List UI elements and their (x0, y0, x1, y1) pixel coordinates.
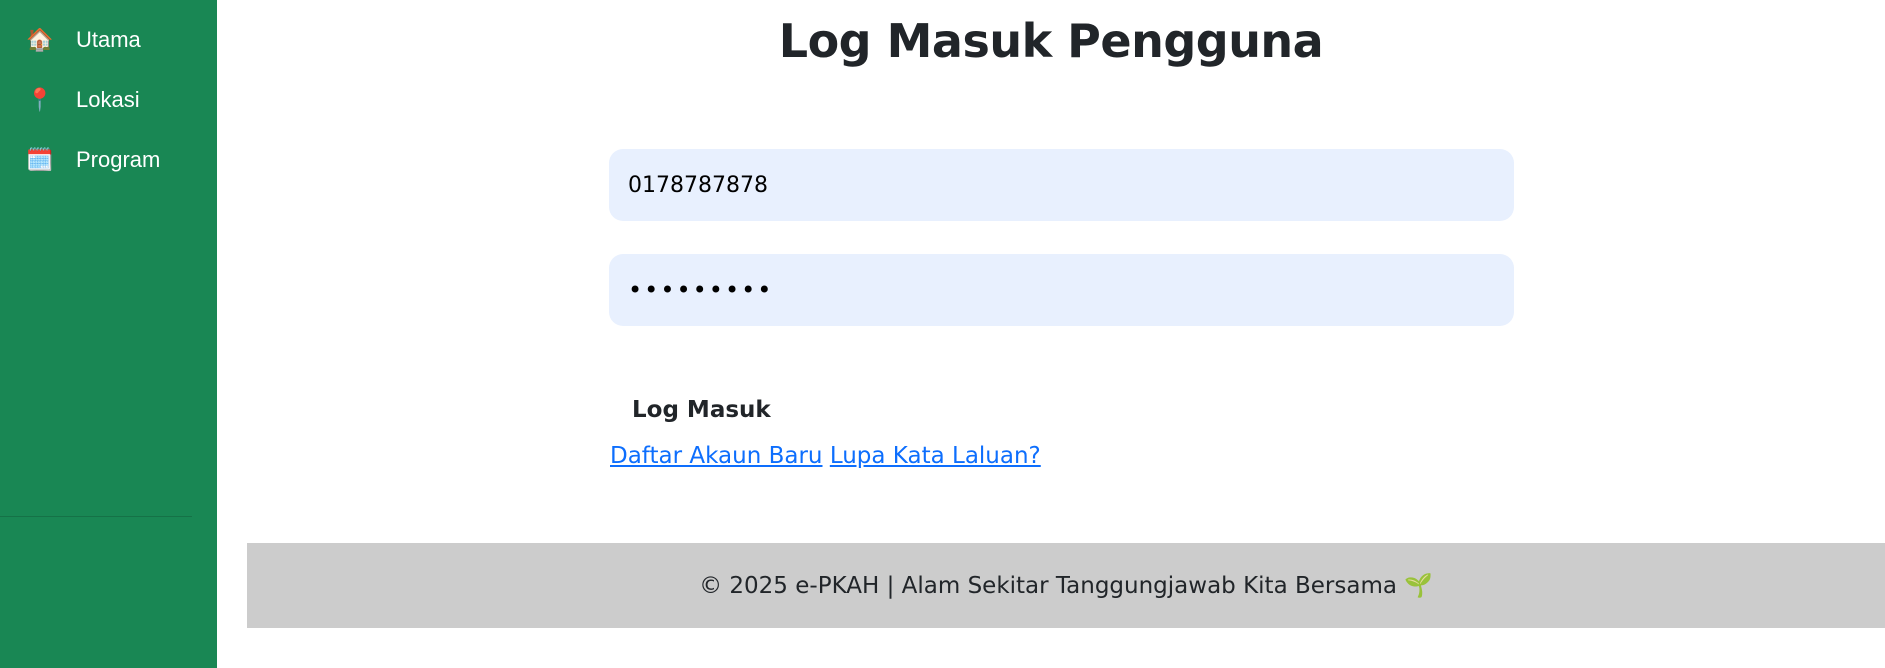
seedling-icon: 🌱 (1404, 573, 1433, 599)
footer: © 2025 e-PKAH | Alam Sekitar Tanggungjaw… (247, 543, 1885, 628)
footer-text: © 2025 e-PKAH | Alam Sekitar Tanggungjaw… (699, 572, 1397, 599)
house-icon: 🏠 (26, 27, 54, 52)
sidebar-divider (0, 516, 192, 517)
register-link[interactable]: Daftar Akaun Baru (610, 443, 823, 469)
sidebar-item-program[interactable]: 🗓️ Program (26, 142, 206, 178)
sidebar-item-label: Program (76, 147, 161, 172)
sidebar-item-label: Utama (76, 27, 141, 52)
password-field[interactable] (609, 254, 1514, 326)
sidebar-item-label: Lokasi (76, 87, 140, 112)
login-button[interactable]: Log Masuk (612, 392, 791, 428)
sidebar-item-lokasi[interactable]: 📍 Lokasi (26, 82, 206, 118)
auth-links: Daftar Akaun Baru Lupa Kata Laluan? (610, 443, 1041, 469)
pin-icon: 📍 (26, 87, 54, 112)
sidebar: 🏠 Utama 📍 Lokasi 🗓️ Program (0, 0, 217, 668)
calendar-icon: 🗓️ (26, 147, 54, 172)
username-field[interactable] (609, 149, 1514, 221)
forgot-password-link[interactable]: Lupa Kata Laluan? (830, 443, 1041, 469)
sidebar-item-utama[interactable]: 🏠 Utama (26, 22, 206, 58)
page-title: Log Masuk Pengguna (778, 14, 1324, 68)
